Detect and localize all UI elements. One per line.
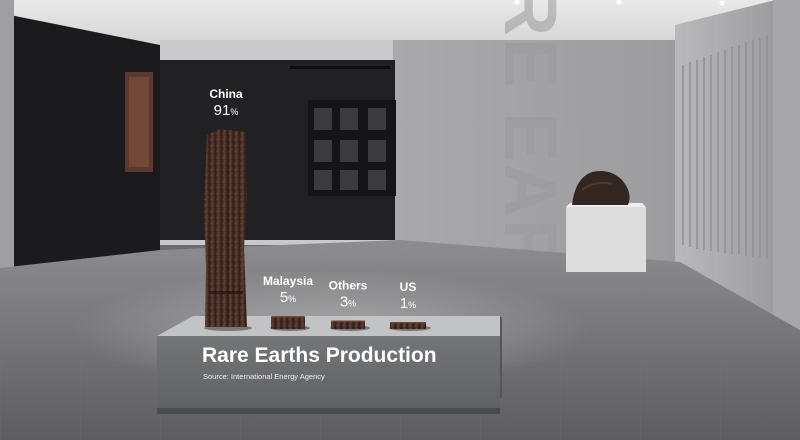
right-pillar <box>773 0 800 330</box>
gallery-scene: RARE EARTHS Rare Earths Production Sourc… <box>0 0 800 440</box>
display-shelves <box>308 100 396 196</box>
chart-title: Rare Earths Production <box>202 344 437 367</box>
category-label-us: US <box>400 280 417 294</box>
chart-source: Source: International Energy Agency <box>203 372 325 381</box>
bar-others <box>330 320 370 331</box>
bar-china <box>204 129 252 331</box>
category-label-malaysia: Malaysia <box>263 274 313 288</box>
rare-earths-chart: RARE EARTHS Rare Earths Production Sourc… <box>0 0 800 440</box>
category-label-china: China <box>209 87 243 101</box>
bar-us <box>389 322 431 331</box>
category-label-others: Others <box>329 278 368 292</box>
bar-malaysia <box>270 316 310 331</box>
